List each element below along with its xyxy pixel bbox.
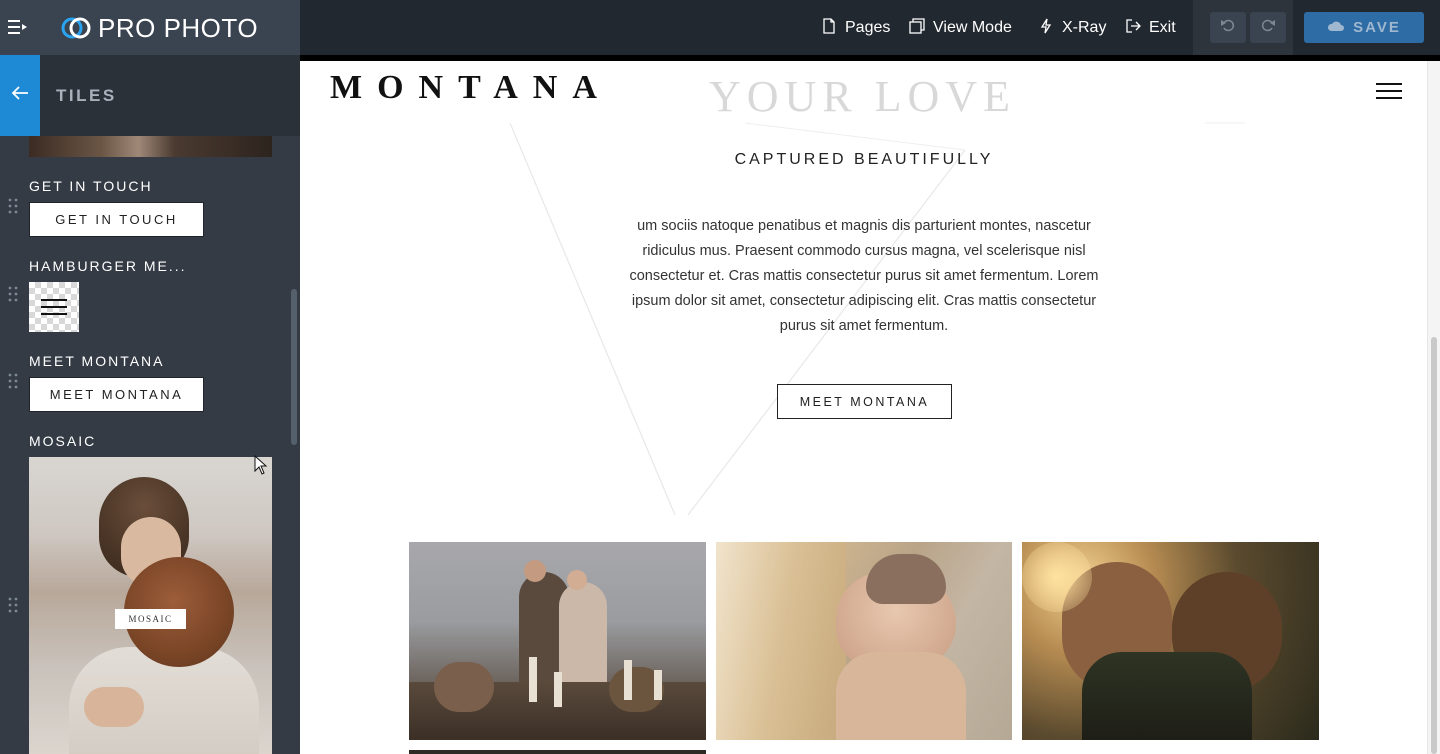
site-logo[interactable]: MONTANA [330, 69, 612, 107]
menu-bar [1376, 97, 1402, 99]
drag-handle-icon[interactable] [7, 597, 19, 613]
hero-body-text: um sociis natoque penatibus et magnis di… [629, 218, 1099, 334]
tile-preview-hamburger-menu[interactable] [29, 282, 79, 332]
drag-handle-icon[interactable] [7, 373, 19, 389]
back-button[interactable] [0, 55, 40, 136]
brand-area: PRO PHOTO [0, 0, 300, 55]
pages-label: Pages [845, 19, 891, 36]
save-button[interactable]: SAVE [1304, 12, 1424, 43]
tiles-list[interactable]: GET IN TOUCH GET IN TOUCH HAMBURGER ME..… [0, 136, 300, 754]
tile-label-mosaic: MOSAIC [29, 433, 97, 449]
view-mode-button[interactable]: View Mode [909, 17, 1012, 39]
undo-button[interactable] [1210, 12, 1246, 43]
cloud-icon [1327, 19, 1345, 36]
redo-button[interactable] [1250, 12, 1286, 43]
tile-preview-image[interactable] [29, 136, 272, 157]
tile-label-get-in-touch: GET IN TOUCH [29, 178, 153, 194]
sidebar-scrollbar-thumb[interactable] [291, 289, 297, 445]
tile-preview-meet-montana[interactable]: MEET MONTANA [29, 377, 204, 412]
redo-icon [1260, 17, 1276, 38]
hero-subtitle: CAPTURED BEAUTIFULLY [734, 151, 994, 168]
xray-label: X-Ray [1062, 19, 1107, 36]
hamburger-menu-icon [41, 299, 67, 301]
gallery-image-couple-candles[interactable] [409, 542, 706, 740]
window-icon [909, 17, 925, 39]
site-preview-canvas: MONTANA YOUR LOVE CAPTURED BEAUTIFULLY u… [300, 55, 1440, 754]
exit-button[interactable]: Exit [1125, 17, 1176, 39]
xray-button[interactable]: X-Ray [1038, 17, 1106, 39]
tiles-sidebar: TILES GET IN TOUCH GET IN TOUCH HAMBURGE… [0, 55, 300, 754]
tile-preview-get-in-touch[interactable]: GET IN TOUCH [29, 202, 204, 237]
undo-icon [1220, 17, 1236, 38]
tile-preview-mosaic[interactable]: MOSAIC [29, 457, 272, 754]
sidebar-title: TILES [56, 86, 117, 105]
drag-handle-icon[interactable] [7, 286, 19, 302]
gallery-image-couple-sunset[interactable] [1022, 542, 1319, 740]
view-mode-label: View Mode [933, 19, 1012, 36]
pages-button[interactable]: Pages [821, 17, 890, 39]
menu-bar [1376, 83, 1402, 85]
sidebar-header: TILES [0, 55, 300, 136]
mosaic-preview-label: MOSAIC [115, 609, 186, 629]
hamburger-bar [41, 306, 67, 308]
gallery-image-mother-baby[interactable] [716, 542, 1012, 740]
page-icon [821, 17, 837, 39]
sidebar-scrollbar[interactable] [289, 136, 297, 754]
exit-label: Exit [1149, 19, 1176, 36]
drag-handle-icon[interactable] [7, 198, 19, 214]
meet-montana-button[interactable]: MEET MONTANA [777, 384, 952, 419]
mouse-cursor-icon [254, 454, 268, 475]
menu-bar [1376, 90, 1402, 92]
sidebar-toggle-icon[interactable] [8, 18, 28, 36]
gallery-image-partial[interactable] [409, 750, 706, 754]
canvas-top-border [300, 55, 1440, 61]
exit-icon [1125, 18, 1141, 39]
tile-label-hamburger-menu: HAMBURGER ME... [29, 258, 187, 274]
save-label: SAVE [1353, 19, 1401, 36]
arrow-left-icon [11, 85, 29, 106]
brand-name: PRO PHOTO [98, 13, 259, 43]
tile-label-meet-montana: MEET MONTANA [29, 353, 165, 369]
hamburger-bar [41, 313, 67, 315]
lightning-icon [1038, 18, 1054, 39]
hero-title: YOUR LOVE [709, 72, 1016, 121]
top-toolbar: PRO PHOTO Pages View Mode X-Ray Exit SAV… [0, 0, 1440, 55]
pro-photo-logo-icon [60, 15, 92, 41]
canvas-scrollbar-thumb[interactable] [1431, 337, 1437, 754]
photo-detail [84, 687, 144, 727]
site-hamburger-menu-icon[interactable] [1376, 81, 1402, 101]
